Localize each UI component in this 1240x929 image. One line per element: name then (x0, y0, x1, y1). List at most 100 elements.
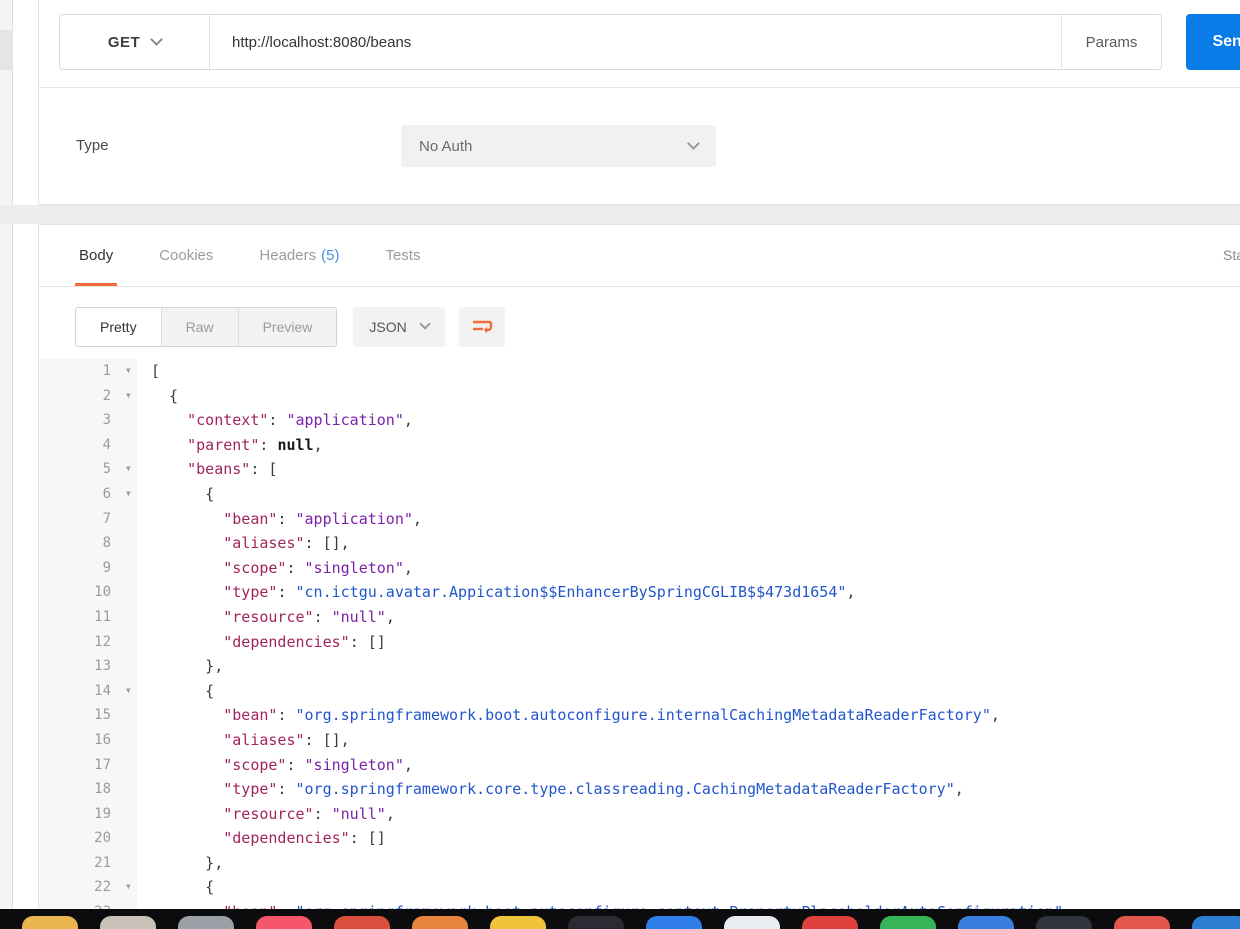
format-dropdown[interactable]: JSON (353, 307, 445, 347)
view-mode-preview[interactable]: Preview (237, 308, 337, 346)
code-line-text: "bean": "application", (223, 509, 422, 528)
line-gutter: 3 (39, 408, 137, 433)
line-number: 17 (94, 756, 111, 773)
line-gutter: 12 (39, 629, 137, 655)
code-line: 7 "bean": "application", (39, 506, 1240, 532)
dock-app-icon[interactable] (724, 916, 780, 929)
tab-headers-label: Headers (259, 247, 317, 264)
auth-type-select[interactable]: No Auth (401, 125, 716, 167)
active-tab-underline (75, 283, 118, 286)
dock-app-icon[interactable] (1192, 916, 1240, 929)
dock-app-icon[interactable] (100, 916, 156, 929)
fold-arrow-icon[interactable]: ▾ (125, 481, 132, 506)
chevron-down-icon (150, 32, 164, 46)
dock-app-icon[interactable] (334, 916, 390, 929)
code-line-text: "type": "cn.ictgu.avatar.Appication$$Enh… (223, 583, 856, 602)
fold-arrow-icon[interactable]: ▾ (125, 874, 132, 899)
code-line-text: }, (151, 657, 224, 676)
tab-body[interactable]: Body (75, 225, 118, 286)
url-input[interactable] (210, 15, 1061, 69)
dock-app-icon[interactable] (1036, 916, 1092, 929)
chevron-down-icon (419, 318, 431, 330)
response-panel: Body Cookies Headers (5) Tests Status Pr… (38, 224, 1240, 929)
tab-body-label: Body (79, 247, 114, 264)
line-number: 9 (102, 559, 111, 576)
code-line: 3 "context": "application", (39, 408, 1240, 433)
line-number: 14 (94, 682, 111, 699)
code-line: 5 ▾ "beans": [ (39, 457, 1240, 482)
line-gutter: 11 (39, 604, 137, 630)
dock-app-icon[interactable] (568, 916, 624, 929)
line-number: 10 (94, 584, 111, 601)
sidebar-collapsed-item (0, 30, 13, 70)
line-number: 7 (102, 510, 111, 527)
line-gutter: 14 ▾ (39, 678, 137, 704)
status-label: Status (1223, 247, 1240, 263)
left-sidebar-strip (0, 0, 13, 929)
dock-app-icon[interactable] (958, 916, 1014, 929)
fold-arrow-icon[interactable]: ▾ (125, 359, 132, 383)
line-number: 18 (94, 781, 111, 798)
line-gutter: 10 (39, 580, 137, 605)
send-button[interactable]: Send (1186, 14, 1240, 70)
code-editor[interactable]: 1 ▾[2 ▾ {3 "context": "application", 4 "par… (39, 359, 1240, 929)
code-line: 12 "dependencies": [] (39, 629, 1240, 655)
code-line: 6 ▾ { (39, 481, 1240, 507)
dock-app-icon[interactable] (802, 916, 858, 929)
fold-arrow-icon[interactable]: ▾ (125, 456, 132, 481)
dock-app-icon[interactable] (178, 916, 234, 929)
macos-dock[interactable] (0, 909, 1240, 929)
code-line: 22 ▾ { (39, 874, 1240, 901)
tab-tests[interactable]: Tests (381, 225, 424, 286)
code-line: 14 ▾ { (39, 678, 1240, 704)
dock-app-icon[interactable] (880, 916, 936, 929)
code-line-text: "context": "application", (187, 411, 413, 430)
params-button[interactable]: Params (1061, 15, 1161, 69)
code-line-text: "bean": "org.springframework.boot.autoco… (223, 706, 1000, 725)
line-gutter: 8 (39, 531, 137, 556)
fold-arrow-icon[interactable]: ▾ (125, 678, 132, 703)
line-gutter: 5 ▾ (39, 457, 137, 482)
code-line: 15 "bean": "org.springframework.boot.aut… (39, 703, 1240, 728)
dock-app-icon[interactable] (490, 916, 546, 929)
dock-app-icon[interactable] (646, 916, 702, 929)
code-line: 21 }, (39, 850, 1240, 876)
dock-app-icon[interactable] (22, 916, 78, 929)
authorization-section: Type No Auth (39, 88, 1240, 204)
fold-arrow-icon[interactable]: ▾ (125, 383, 132, 408)
code-line: 10 "type": "cn.ictgu.avatar.Appication$$… (39, 580, 1240, 605)
view-mode-pretty[interactable]: Pretty (76, 308, 161, 346)
line-number: 16 (94, 731, 111, 748)
code-line: 16 "aliases": [], (39, 727, 1240, 753)
method-dropdown[interactable]: GET (60, 15, 210, 69)
tab-tests-label: Tests (385, 247, 421, 264)
code-line: 9 "scope": "singleton", (39, 555, 1240, 581)
code-line-text: "dependencies": [] (223, 829, 386, 848)
line-number: 13 (94, 658, 111, 675)
code-line-text: { (151, 681, 215, 700)
tab-headers[interactable]: Headers (5) (255, 225, 343, 286)
code-line: 19 "resource": "null", (39, 801, 1240, 827)
wrap-lines-button[interactable] (458, 307, 505, 347)
line-number: 15 (94, 707, 111, 724)
line-number: 1 (102, 363, 111, 379)
code-line-text: [ (151, 362, 161, 380)
dock-app-icon[interactable] (412, 916, 468, 929)
code-line-text: "dependencies": [] (223, 632, 386, 651)
dock-app-icon[interactable] (1114, 916, 1170, 929)
line-gutter: 9 (39, 555, 137, 581)
auth-type-label: Type (76, 137, 109, 154)
method-label: GET (107, 33, 141, 51)
code-line-text: "scope": "singleton", (223, 755, 413, 774)
code-line-text: "scope": "singleton", (223, 558, 413, 577)
dock-app-icon[interactable] (256, 916, 312, 929)
tab-cookies[interactable]: Cookies (155, 225, 217, 286)
line-number: 2 (102, 387, 111, 404)
code-line: 13 }, (39, 654, 1240, 679)
line-gutter: 21 (39, 850, 137, 876)
view-mode-raw[interactable]: Raw (160, 308, 238, 346)
line-number: 6 (102, 485, 111, 502)
section-divider (0, 205, 1240, 224)
code-line: 2 ▾ { (39, 383, 1240, 409)
code-line: 1 ▾ [ (39, 359, 1240, 384)
